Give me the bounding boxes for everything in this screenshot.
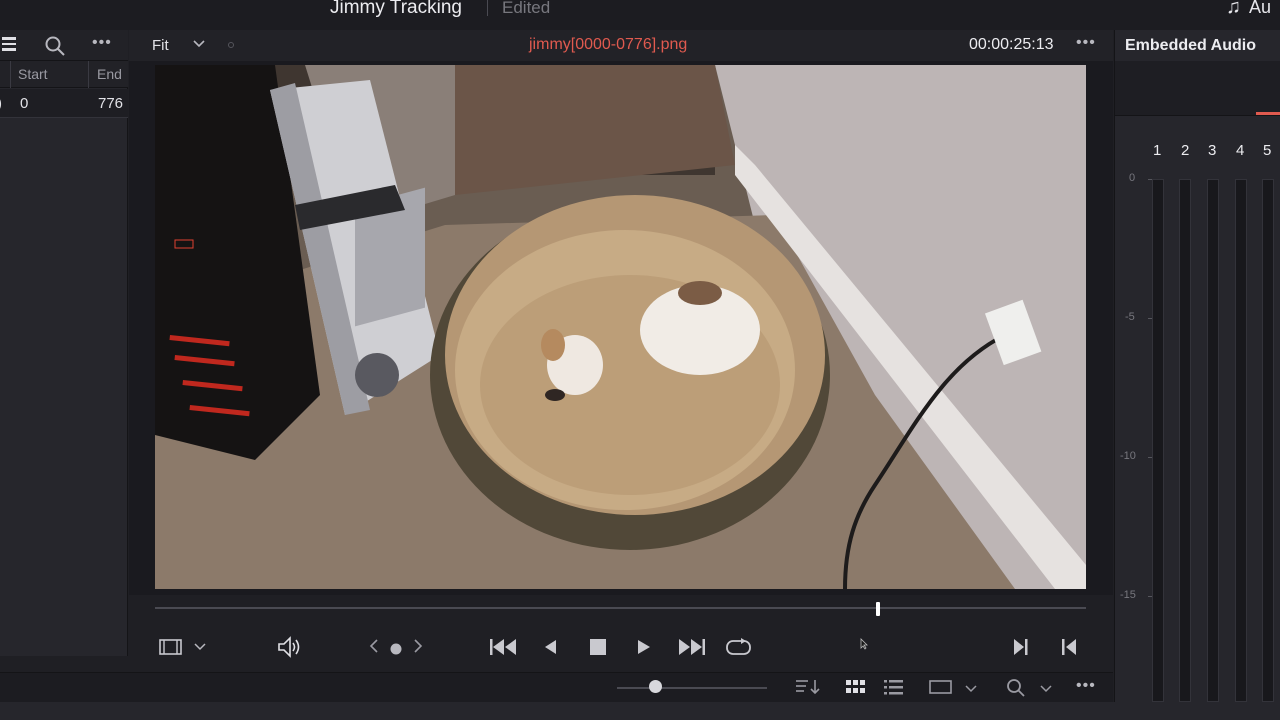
search-icon[interactable]: [1006, 678, 1026, 703]
db-tick: [1148, 318, 1152, 319]
column-header-end[interactable]: End: [97, 66, 122, 82]
loop-icon[interactable]: [725, 637, 753, 662]
music-note-icon: ♫: [1226, 0, 1241, 18]
cell-end: 776: [98, 95, 124, 112]
audio-panel-title: Embedded Audio: [1125, 37, 1256, 54]
channel-label: 4: [1236, 142, 1245, 159]
db-scale-label: -15: [1120, 589, 1136, 601]
chevron-down-icon[interactable]: [965, 682, 977, 700]
row-marker: ): [0, 95, 2, 112]
media-pool-panel: ••• Start End ) 0 776: [0, 30, 128, 656]
list-view-icon[interactable]: [884, 679, 904, 700]
go-to-end-icon[interactable]: [678, 637, 706, 662]
audio-level-indicator: [1256, 112, 1280, 115]
audio-meter: [1152, 179, 1164, 702]
project-title: Jimmy Tracking: [330, 0, 462, 18]
status-strip: [0, 702, 1280, 720]
table-row[interactable]: ) 0 776: [0, 89, 128, 118]
scrub-bar[interactable]: [155, 607, 1086, 609]
zoom-slider-knob[interactable]: [648, 680, 662, 693]
more-options-icon[interactable]: •••: [1076, 34, 1096, 52]
db-scale-label: -10: [1120, 450, 1136, 462]
sort-icon[interactable]: [795, 678, 821, 701]
db-tick: [1148, 596, 1152, 597]
title-divider: [487, 0, 488, 16]
db-scale-label: 0: [1129, 172, 1136, 184]
bottom-toolbar: •••: [0, 672, 1113, 702]
video-frame-image: [155, 65, 1086, 589]
zoom-slider[interactable]: [617, 687, 767, 689]
viewer[interactable]: [129, 61, 1113, 595]
media-pool-header: Start End: [0, 61, 128, 88]
playhead[interactable]: [876, 602, 881, 616]
search-icon[interactable]: [44, 35, 66, 57]
transport-controls: [129, 620, 1113, 672]
prev-edit-icon[interactable]: [1061, 638, 1077, 661]
stop-icon[interactable]: [590, 639, 606, 660]
thumbnail-view-icon[interactable]: [846, 679, 866, 700]
aspect-ratio-icon[interactable]: [929, 680, 953, 699]
db-tick: [1148, 179, 1152, 180]
title-bar: Jimmy Tracking Edited ♫ Au: [0, 0, 1280, 30]
next-edit-icon[interactable]: [1013, 638, 1029, 661]
channel-label: 1: [1153, 142, 1162, 159]
audio-tab[interactable]: ♫ Au: [1226, 0, 1271, 19]
mouse-cursor-icon: [860, 637, 868, 655]
status-dot-icon: [228, 42, 234, 48]
audio-tab-label: Au: [1249, 0, 1272, 17]
viewer-toolbar: Fit jimmy[0000-0776].png 00:00:25:13 •••: [129, 30, 1113, 61]
clip-view-icon[interactable]: [159, 638, 183, 661]
play-icon[interactable]: [637, 639, 651, 660]
column-divider: [10, 61, 11, 88]
audio-meter: [1262, 179, 1274, 702]
chevron-down-icon[interactable]: [192, 37, 206, 56]
edit-status: Edited: [502, 0, 551, 17]
next-marker-icon[interactable]: [413, 639, 423, 658]
more-options-icon[interactable]: •••: [1076, 677, 1096, 695]
channel-label: 5: [1263, 142, 1272, 159]
media-pool-toolbar: •••: [0, 30, 128, 61]
clip-name: jimmy[0000-0776].png: [529, 36, 688, 53]
timecode: 00:00:25:13: [969, 36, 1054, 53]
zoom-select[interactable]: Fit: [152, 37, 169, 54]
column-divider: [88, 61, 89, 88]
channel-label: 3: [1208, 142, 1217, 159]
audio-meter: [1179, 179, 1191, 702]
chevron-down-icon[interactable]: [1040, 682, 1052, 700]
column-header-start[interactable]: Start: [18, 66, 48, 82]
list-view-icon[interactable]: [2, 37, 16, 51]
video-frame[interactable]: [155, 65, 1086, 589]
more-options-icon[interactable]: •••: [92, 34, 112, 52]
chevron-down-icon[interactable]: [194, 640, 206, 658]
audio-meter: [1207, 179, 1219, 702]
channel-label: 2: [1181, 142, 1190, 159]
audio-meter: [1235, 179, 1247, 702]
go-to-start-icon[interactable]: [489, 637, 517, 662]
db-tick: [1148, 457, 1152, 458]
audio-panel: Embedded Audio 1 2 3 4 5 0 -5 -10 -15: [1114, 30, 1280, 702]
play-reverse-icon[interactable]: [543, 639, 557, 660]
audio-panel-header: [1115, 61, 1280, 116]
db-scale-label: -5: [1125, 311, 1135, 323]
prev-marker-icon[interactable]: [369, 639, 379, 658]
marker-dot-icon[interactable]: [390, 642, 402, 660]
cell-start: 0: [20, 95, 29, 112]
volume-icon[interactable]: [277, 636, 303, 663]
